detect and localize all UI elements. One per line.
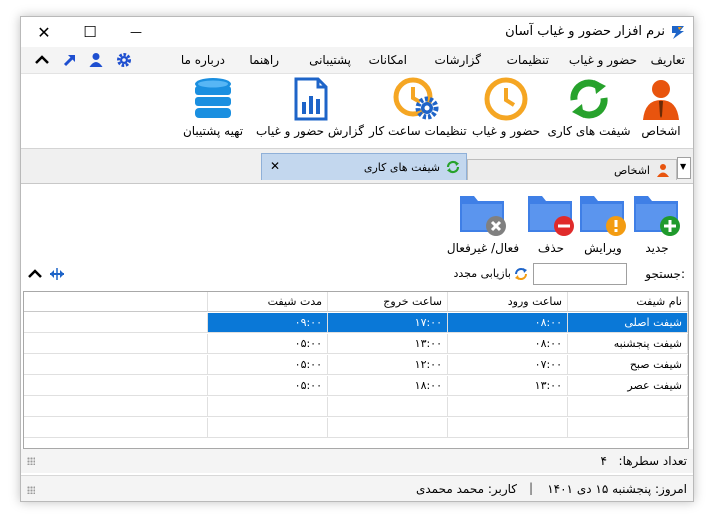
menu-settings[interactable]: تنظیمات [507,53,549,67]
refresh-cycle-icon [570,79,608,119]
column-header-shift-name[interactable]: نام شیفت [568,292,688,312]
expand-columns-icon[interactable] [49,267,65,281]
clock-icon [484,77,528,121]
ribbon: اشخاص شیفت های کاری حضور و غیاب تنظیمات … [21,74,693,149]
table-filler-cell [24,292,208,312]
status-user: کاربر: محمد محمدی [415,482,517,496]
search-bar: جستجو: بازیابی مجدد [23,261,689,289]
menu-definitions[interactable]: تعاریف [651,53,685,67]
menu-attendance[interactable]: حضور و غیاب [569,53,637,67]
search-input[interactable] [533,263,627,285]
main-window: نرم افزار حضور و غیاب آسان ✕ ☐ — تعاریف … [20,16,694,502]
reload-label: بازیابی مجدد [453,267,511,280]
refresh-icon [515,268,527,280]
close-button[interactable]: ✕ [21,17,67,47]
reload-button[interactable]: بازیابی مجدد [445,265,531,285]
folder-warning-icon [580,196,626,236]
person-icon [657,164,669,177]
delete-button[interactable]: حذف [525,188,577,258]
tab-dropdown-button[interactable]: ▼ [677,157,691,179]
tab-persons[interactable]: اشخاص [467,159,677,180]
table-row[interactable]: شیفت صبح ۰۷:۰۰ ۱۲:۰۰ ۰۵:۰۰ [24,355,688,376]
attendance-ribbon-button[interactable]: حضور و غیاب [467,76,545,146]
status-bar: امروز: پنجشنبه ۱۵ دی ۱۴۰۱ | کاربر: محمد … [21,475,693,501]
title-bar: نرم افزار حضور و غیاب آسان ✕ ☐ — [21,17,693,47]
tab-shifts[interactable]: شیفت های کاری ✕ [261,153,467,180]
tab-strip: ▼ اشخاص شیفت های کاری ✕ [21,149,693,184]
arrow-up-right-icon[interactable] [61,51,79,69]
edit-button[interactable]: ویرایش [577,188,629,258]
table-header: نام شیفت ساعت ورود ساعت خروج مدت شیفت [24,292,688,313]
person-icon [643,80,679,120]
maximize-icon: ☐ [83,23,97,41]
report-document-icon [294,77,328,121]
clock-gear-icon [393,77,439,120]
folder-disable-icon [460,196,506,236]
clock-settings-ribbon-button[interactable]: تنظیمات ساعت کار [369,76,467,146]
menu-help[interactable]: راهنما [249,53,279,67]
maximize-button[interactable]: ☐ [67,17,113,47]
chevron-up-icon[interactable] [33,51,51,69]
table-row[interactable]: شیفت اصلی ۰۸:۰۰ ۱۷:۰۰ ۰۹:۰۰ [24,313,688,334]
gear-icon[interactable] [115,51,133,69]
app-logo-icon [672,26,684,39]
shifts-ribbon-button[interactable]: شیفت های کاری [547,76,631,146]
row-count-bar: تعداد سطرها: ۴ [21,449,693,473]
folder-remove-icon [528,196,574,236]
database-icon [195,78,231,118]
new-button[interactable]: جدید [629,188,685,258]
minimize-icon: — [130,25,142,39]
resize-grip-icon[interactable] [27,486,35,494]
column-header-duration[interactable]: مدت شیفت [208,292,328,312]
window-title: نرم افزار حضور و غیاب آسان [505,24,665,39]
refresh-cycle-icon [446,160,460,174]
table-empty-row [24,418,688,439]
menu-support[interactable]: پشتیبانی [309,53,351,67]
shifts-table: نام شیفت ساعت ورود ساعت خروج مدت شیفت شی… [23,291,689,449]
row-count-label: تعداد سطرها: [618,454,687,468]
close-icon[interactable]: ✕ [270,159,280,173]
toggle-active-button[interactable]: فعال/ غیرفعال [443,188,523,258]
menu-bar: تعاریف حضور و غیاب تنظیمات گزارشات امکان… [21,47,693,74]
table-row[interactable]: شیفت پنجشنبه ۰۸:۰۰ ۱۳:۰۰ ۰۵:۰۰ [24,334,688,355]
user-icon[interactable] [87,51,105,69]
table-row[interactable]: شیفت عصر ۱۳:۰۰ ۱۸:۰۰ ۰۵:۰۰ [24,376,688,397]
resize-grip-icon[interactable] [27,457,35,465]
search-label: جستجو: [645,267,685,281]
status-separator: | [528,481,533,495]
row-count-value: ۴ [600,454,607,468]
folder-add-icon [634,196,680,236]
menu-features[interactable]: امکانات [369,53,407,67]
backup-ribbon-button[interactable]: تهیه پشتیبان [175,76,251,146]
status-today: امروز: پنجشنبه ۱۵ دی ۱۴۰۱ [547,482,687,496]
tab-persons-label: اشخاص [613,164,650,177]
minimize-button[interactable]: — [113,17,159,47]
table-empty-row [24,397,688,418]
column-header-end-time[interactable]: ساعت خروج [328,292,448,312]
menu-reports[interactable]: گزارشات [435,53,481,67]
report-ribbon-button[interactable]: گزارش حضور و غیاب [253,76,367,146]
column-header-start-time[interactable]: ساعت ورود [448,292,568,312]
close-icon: ✕ [37,22,51,42]
persons-ribbon-button[interactable]: اشخاص [633,76,689,146]
action-toolbar: جدید ویرایش حذف فعال/ غیرفعال [23,185,689,261]
chevron-up-icon[interactable] [27,267,43,281]
tab-shifts-label: شیفت های کاری [363,161,440,174]
chevron-down-icon: ▼ [680,162,687,171]
menu-about[interactable]: درباره ما [181,53,225,67]
